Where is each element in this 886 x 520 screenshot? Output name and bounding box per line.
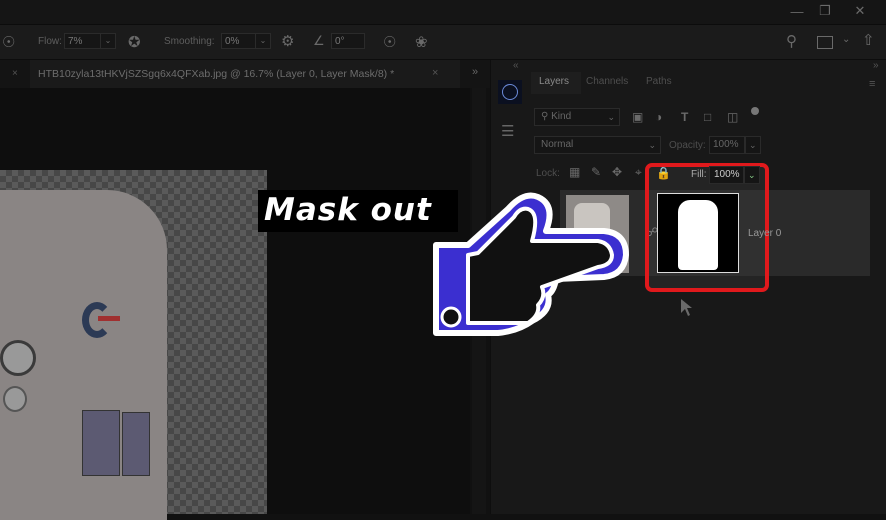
search-icon[interactable]: ⚲ <box>786 32 797 50</box>
document-tab-title: HTB10zyla13tHKVjSZSgq6x4QFXab.jpg @ 16.7… <box>38 68 395 80</box>
layer-mask-thumbnail[interactable] <box>657 193 739 273</box>
lock-transparent-icon[interactable]: ▦ <box>569 165 580 179</box>
lock-artboard-icon[interactable]: ⌖ <box>635 165 642 180</box>
panel-menu-icon[interactable]: ≡ <box>869 78 875 90</box>
flow-dropdown[interactable]: ⌄ <box>100 33 116 49</box>
shape-filter-icon[interactable]: □ <box>704 110 711 124</box>
mask-shape <box>678 200 718 270</box>
gear-icon[interactable]: ⚙ <box>281 32 294 50</box>
airbrush-icon[interactable]: ✪ <box>128 33 141 51</box>
workspace-icon[interactable] <box>817 36 833 49</box>
filter-kind-value: Kind <box>551 111 572 122</box>
title-bar: — ❐ ✕ <box>0 0 886 25</box>
secondary-gauge <box>3 386 27 412</box>
type-filter-icon[interactable]: T <box>681 110 688 124</box>
restore-button[interactable]: ❐ <box>810 0 840 22</box>
options-bar: ☉ Flow: 7% ⌄ ✪ Smoothing: 0% ⌄ ⚙ ∠ 0° ☉ … <box>0 25 886 60</box>
minimize-icon: — <box>790 3 804 19</box>
logo-accent <box>98 316 120 321</box>
lock-position-icon[interactable]: ✥ <box>612 165 622 179</box>
pixel-filter-icon[interactable]: ▣ <box>632 110 643 124</box>
opacity-dropdown[interactable]: ⌄ <box>745 136 761 154</box>
tab-paths[interactable]: Paths <box>646 76 672 87</box>
adjustments-icon[interactable]: ☰ <box>501 122 514 140</box>
document-tab[interactable]: HTB10zyla13tHKVjSZSgq6x4QFXab.jpg @ 16.7… <box>30 60 460 88</box>
close-window-button[interactable]: ✕ <box>845 0 875 22</box>
angle-input[interactable]: 0° <box>331 33 365 49</box>
chevron-down-icon: ⌄ <box>648 140 656 150</box>
smart-object-filter-icon[interactable]: ◫ <box>727 110 738 124</box>
fill-input[interactable]: 100% <box>709 166 744 184</box>
flow-label: Flow: <box>38 36 62 47</box>
workspace-dropdown-icon[interactable]: ⌄ <box>842 34 850 45</box>
blend-mode-select[interactable]: Normal ⌄ <box>534 136 661 154</box>
filter-kind-select[interactable]: ⚲ Kind ⌄ <box>534 108 620 126</box>
share-icon[interactable]: ⇧ <box>862 31 875 49</box>
tab-layers[interactable]: Layers <box>539 76 569 87</box>
pressure-size-icon[interactable]: ☉ <box>383 33 396 51</box>
expand-panels-icon[interactable]: » <box>873 60 879 71</box>
smoothing-label: Smoothing: <box>164 36 215 47</box>
pointing-hand-icon <box>433 192 629 336</box>
fill-dropdown[interactable]: ⌄ <box>744 166 760 184</box>
adjustment-filter-icon[interactable]: ◑ <box>655 110 662 124</box>
flow-input[interactable]: 7% <box>64 33 102 49</box>
label-plate-right <box>122 412 150 476</box>
pressure-gauge <box>0 340 36 376</box>
tab-channels[interactable]: Channels <box>586 76 628 87</box>
symmetry-icon[interactable]: ❀ <box>415 33 428 51</box>
lock-paint-icon[interactable]: ✎ <box>591 165 601 179</box>
search-icon: ⚲ <box>541 111 552 122</box>
smoothing-input[interactable]: 0% <box>221 33 259 49</box>
image-tank <box>0 190 167 520</box>
collapse-panels-icon[interactable]: « <box>513 60 519 71</box>
color-panel-button[interactable] <box>498 80 522 104</box>
lock-label: Lock: <box>536 168 560 179</box>
smoothing-dropdown[interactable]: ⌄ <box>255 33 271 49</box>
fill-label: Fill: <box>691 169 707 180</box>
annotation-caption: Mask out <box>264 192 432 228</box>
prev-tab-close[interactable]: × <box>12 68 18 79</box>
mouse-cursor-icon <box>681 299 692 316</box>
lock-all-icon[interactable]: 🔒 <box>656 166 671 180</box>
restore-icon: ❐ <box>819 3 831 18</box>
filter-toggle[interactable] <box>751 107 759 115</box>
close-icon: ✕ <box>854 3 866 18</box>
blend-mode-value: Normal <box>541 139 574 150</box>
color-wheel-icon <box>502 84 518 100</box>
angle-icon: ∠ <box>313 33 325 48</box>
layer-name[interactable]: Layer 0 <box>748 228 781 239</box>
opacity-input[interactable]: 100% <box>709 136 745 154</box>
document-tab-close[interactable]: × <box>432 67 438 79</box>
label-plate-left <box>82 410 120 476</box>
opacity-label: Opacity: <box>669 140 706 151</box>
brush-pressure-icon[interactable]: ☉ <box>2 33 15 51</box>
minimize-button[interactable]: — <box>782 0 812 22</box>
chevron-down-icon: ⌄ <box>607 112 615 122</box>
tab-overflow-icon[interactable]: » <box>472 66 478 78</box>
